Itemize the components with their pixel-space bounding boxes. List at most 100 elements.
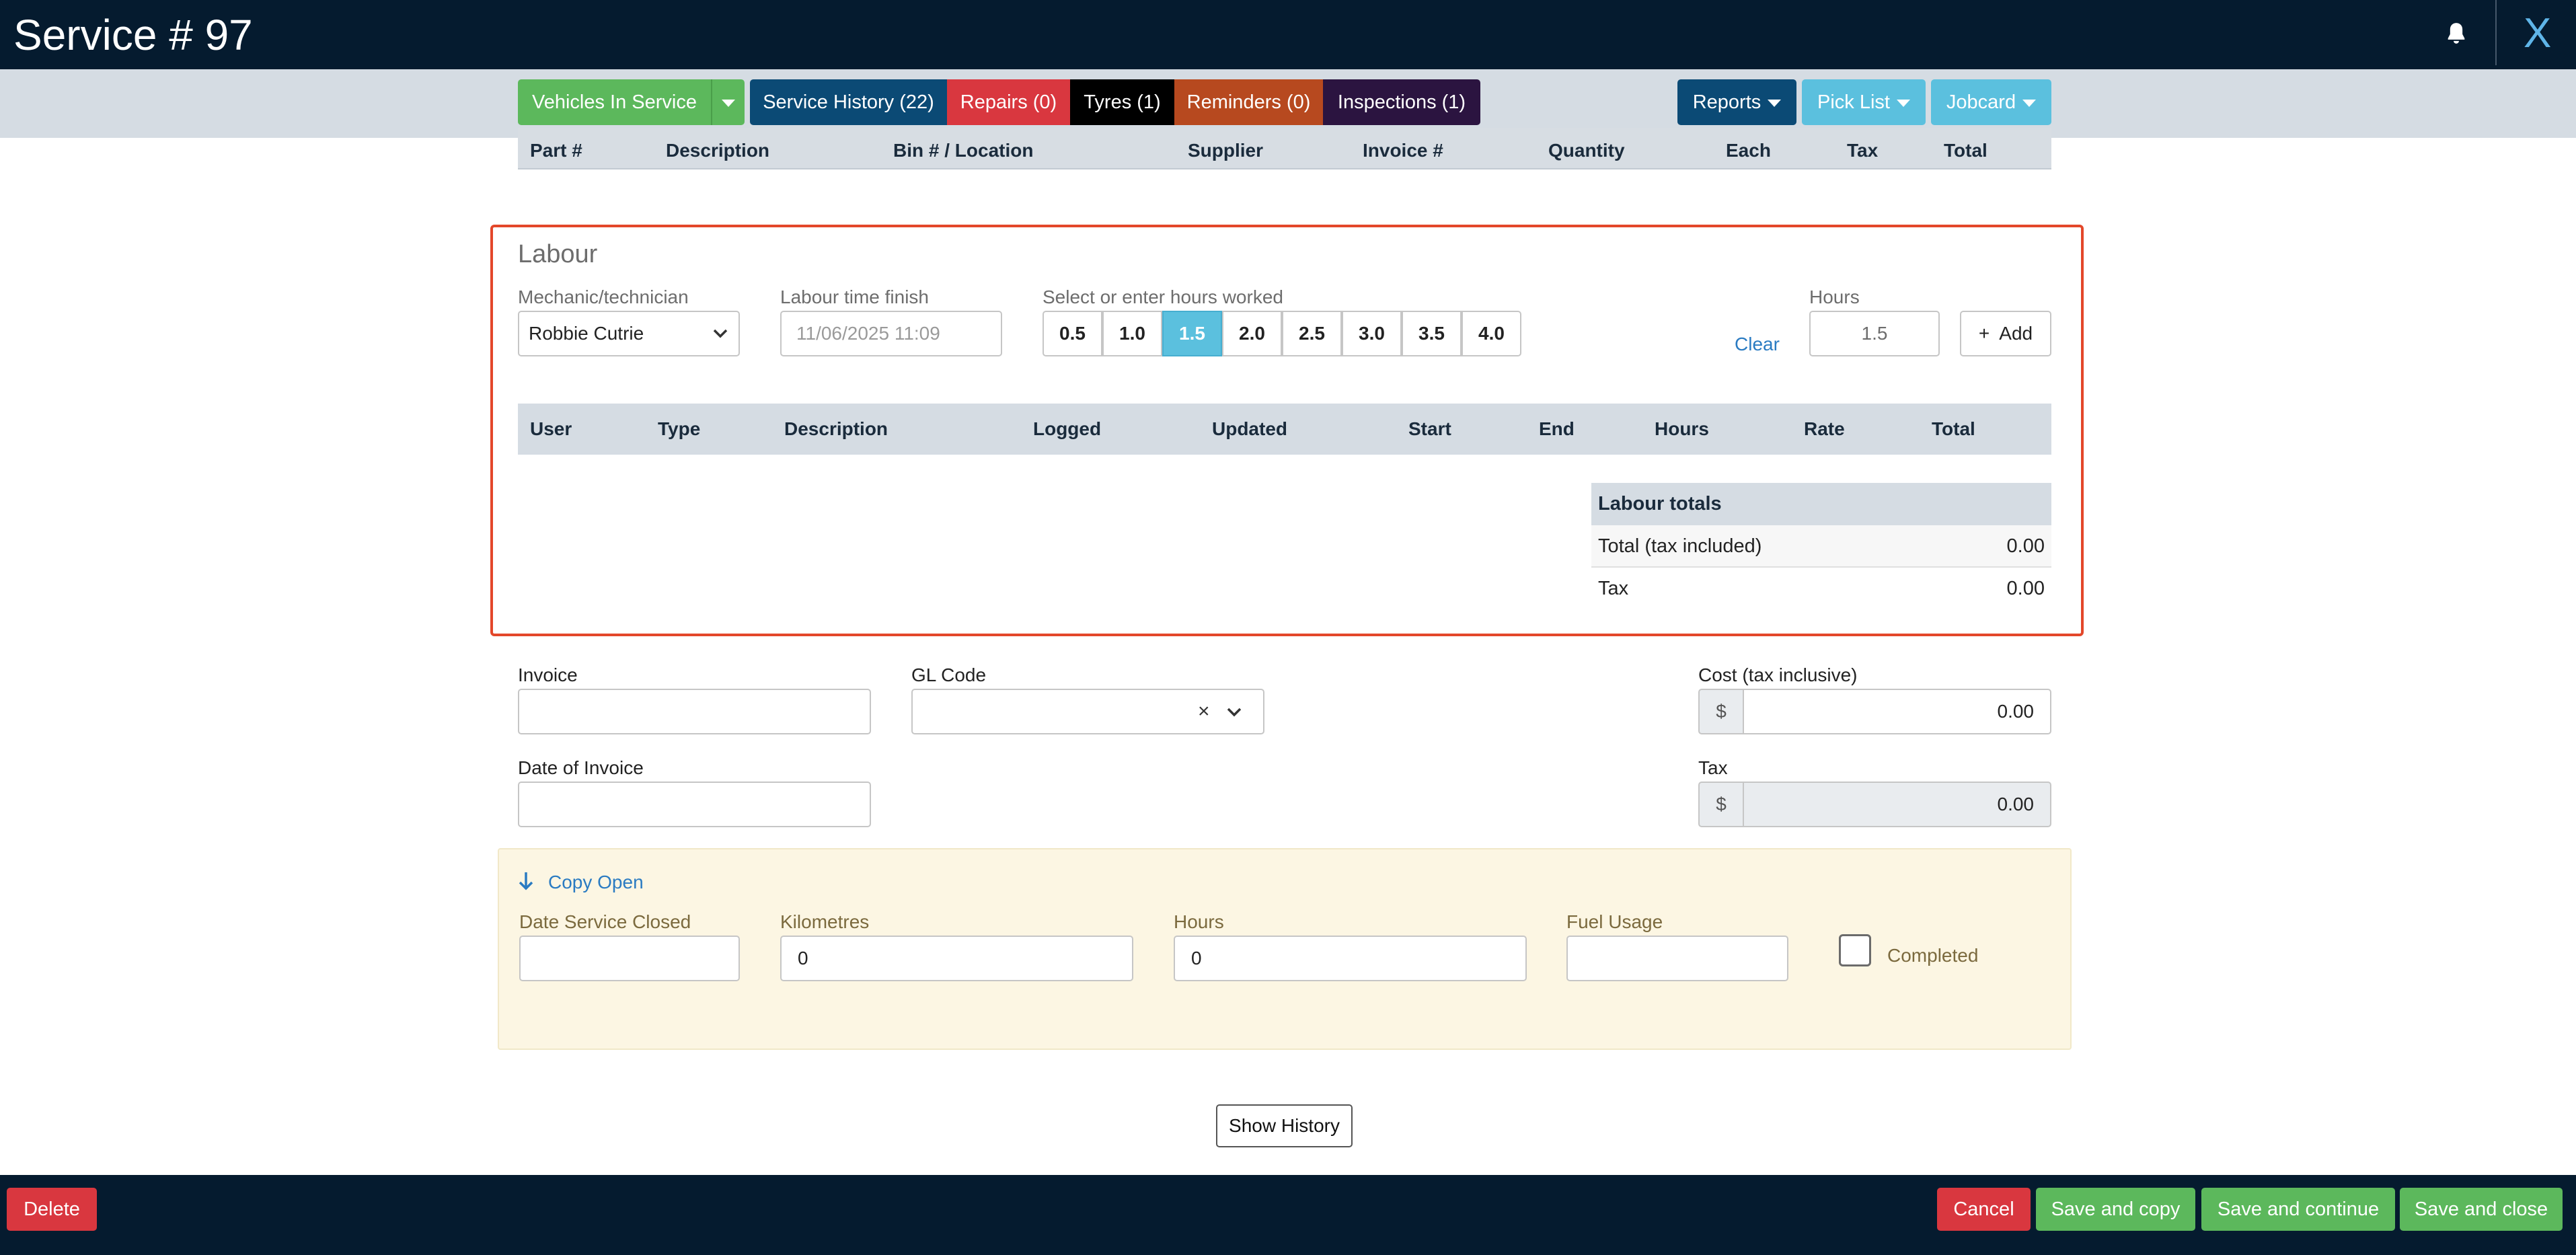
col-tax: Tax [1847, 140, 1879, 161]
tax-label: Tax [1698, 757, 1728, 778]
add-labour-button[interactable]: + Add [1960, 311, 2051, 356]
hour-option-1-0[interactable]: 1.0 [1102, 311, 1162, 356]
gl-code-label: GL Code [911, 664, 987, 685]
page-title: Service # 97 [13, 11, 253, 59]
fuel-usage-input[interactable] [1566, 936, 1788, 981]
date-closed-label: Date Service Closed [519, 911, 691, 932]
col-description: Description [666, 140, 770, 161]
col-rate: Rate [1804, 418, 1845, 439]
mechanic-label: Mechanic/technician [518, 287, 689, 307]
col-type: Type [658, 418, 701, 439]
invoice-input[interactable] [518, 689, 871, 734]
labour-title: Labour [518, 240, 598, 268]
reports-label: Reports [1692, 91, 1761, 113]
hour-option-1-5[interactable]: 1.5 [1162, 311, 1222, 356]
mechanic-select[interactable]: Robbie Cutrie [518, 311, 740, 356]
reports-button[interactable]: Reports [1677, 79, 1796, 125]
completed-label: Completed [1887, 945, 1979, 966]
hours-input[interactable]: 1.5 [1809, 311, 1940, 356]
tax-input: 0.00 [1743, 782, 2051, 827]
tab-tyres[interactable]: Tyres (1) [1070, 79, 1174, 125]
date-closed-input[interactable] [519, 936, 740, 981]
labour-tax-label: Tax [1598, 578, 1629, 599]
caret-down-icon [1896, 99, 1910, 107]
kilometres-value: 0 [798, 948, 808, 968]
hours-label: Hours [1809, 287, 1860, 307]
parts-table-header: Part # Description Bin # / Location Supp… [518, 128, 2051, 169]
hour-option-2-0[interactable]: 2.0 [1222, 311, 1282, 356]
labour-totals-title: Labour totals [1591, 483, 2051, 525]
hour-option-0-5[interactable]: 0.5 [1043, 311, 1102, 356]
save-and-copy-button[interactable]: Save and copy [2036, 1188, 2195, 1231]
gl-code-select[interactable]: × [911, 689, 1264, 734]
chevron-down-icon [1227, 708, 1242, 717]
tab-service-history[interactable]: Service History (22) [750, 79, 947, 125]
col-description: Description [784, 418, 888, 439]
tab-reminders-label: Reminders (0) [1186, 91, 1311, 113]
hour-option-3-5[interactable]: 3.5 [1402, 311, 1462, 356]
labour-finish-input[interactable]: 11/06/2025 11:09 [780, 311, 1002, 356]
clear-link[interactable]: Clear [1735, 333, 1780, 356]
col-hours: Hours [1655, 418, 1709, 439]
cost-prefix: $ [1698, 689, 1744, 734]
labour-table-header: User Type Description Logged Updated Sta… [518, 404, 2051, 455]
labour-finish-placeholder: 11/06/2025 11:09 [796, 323, 940, 344]
tab-tyres-label: Tyres (1) [1084, 91, 1161, 113]
clear-icon[interactable]: × [1198, 690, 1210, 733]
completed-checkbox[interactable] [1839, 934, 1871, 966]
tab-inspections[interactable]: Inspections (1) [1323, 79, 1480, 125]
col-total: Total [1932, 418, 1975, 439]
labour-total-label: Total (tax included) [1598, 535, 1762, 557]
cancel-button[interactable]: Cancel [1937, 1188, 2031, 1231]
hours-select-label: Select or enter hours worked [1043, 287, 1283, 307]
hour-option-4-0[interactable]: 4.0 [1462, 311, 1521, 356]
kilometres-label: Kilometres [780, 911, 870, 932]
tax-value: 0.00 [1997, 794, 2035, 814]
closing-hours-label: Hours [1174, 911, 1224, 932]
bell-icon[interactable] [2443, 20, 2470, 47]
col-updated: Updated [1212, 418, 1287, 439]
save-and-close-button[interactable]: Save and close [2400, 1188, 2563, 1231]
show-history-button[interactable]: Show History [1216, 1104, 1353, 1147]
pick-list-label: Pick List [1817, 91, 1890, 113]
col-quantity: Quantity [1548, 140, 1625, 161]
hour-option-3-0[interactable]: 3.0 [1342, 311, 1402, 356]
save-and-continue-button[interactable]: Save and continue [2201, 1188, 2395, 1231]
col-end: End [1539, 418, 1575, 439]
jobcard-label: Jobcard [1946, 91, 2016, 113]
vehicles-in-service-button[interactable]: Vehicles In Service [518, 79, 711, 125]
delete-button[interactable]: Delete [7, 1188, 97, 1231]
col-each: Each [1726, 140, 1771, 161]
hour-option-2-5[interactable]: 2.5 [1282, 311, 1342, 356]
plus-icon: + [1978, 323, 1990, 344]
arrow-down-icon[interactable] [518, 870, 534, 892]
tab-reminders[interactable]: Reminders (0) [1174, 79, 1323, 125]
labour-tax-value: 0.00 [2006, 578, 2045, 599]
date-of-invoice-input[interactable] [518, 782, 871, 827]
kilometres-input[interactable]: 0 [780, 936, 1133, 981]
tax-prefix: $ [1698, 782, 1744, 827]
closing-hours-input[interactable]: 0 [1174, 936, 1527, 981]
labour-total-value: 0.00 [2006, 535, 2045, 557]
cost-input[interactable]: 0.00 [1743, 689, 2051, 734]
col-bin-location: Bin # / Location [893, 140, 1034, 161]
closing-hours-value: 0 [1191, 948, 1202, 968]
copy-open-link[interactable]: Copy Open [548, 871, 644, 894]
jobcard-button[interactable]: Jobcard [1931, 79, 2051, 125]
tab-repairs-label: Repairs (0) [960, 91, 1057, 113]
col-total: Total [1944, 140, 1987, 161]
vehicles-dropdown-toggle[interactable] [711, 79, 745, 125]
fuel-usage-label: Fuel Usage [1566, 911, 1663, 932]
cost-label: Cost (tax inclusive) [1698, 664, 1858, 685]
date-of-invoice-label: Date of Invoice [518, 757, 644, 778]
tab-service-history-label: Service History (22) [763, 91, 934, 113]
tab-inspections-label: Inspections (1) [1337, 91, 1466, 113]
col-invoice-number: Invoice # [1363, 140, 1443, 161]
caret-down-icon [722, 99, 735, 107]
col-logged: Logged [1033, 418, 1102, 439]
pick-list-button[interactable]: Pick List [1802, 79, 1926, 125]
header-divider [2495, 0, 2497, 65]
tab-repairs[interactable]: Repairs (0) [947, 79, 1070, 125]
close-button[interactable]: X [2524, 9, 2551, 58]
labour-total-row: Total (tax included) 0.00 [1591, 525, 2051, 568]
